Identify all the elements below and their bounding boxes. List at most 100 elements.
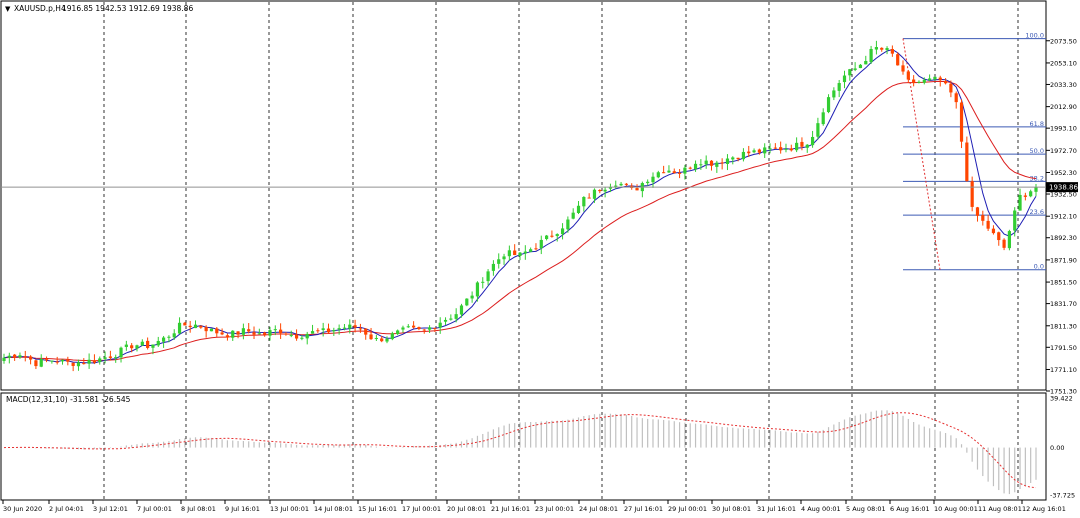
candle-body	[44, 359, 49, 361]
candle-body	[991, 228, 996, 234]
price-tick-label: 1993.10	[1050, 125, 1077, 133]
candle-body	[816, 123, 820, 137]
candle-body	[310, 331, 315, 334]
candle-body	[677, 172, 682, 174]
candle-body	[715, 162, 719, 167]
candle-body	[603, 189, 607, 192]
time-tick-label: 30 Jun 2020	[3, 505, 42, 513]
candle-body	[890, 49, 894, 54]
candle-body	[390, 333, 394, 340]
time-tick-label: 15 Jul 16:01	[358, 505, 397, 513]
candle-body	[39, 359, 43, 367]
candle-body	[635, 188, 639, 191]
candle-body	[326, 328, 331, 333]
price-tick-label: 1831.70	[1050, 300, 1077, 308]
candle-body	[257, 333, 261, 335]
candle-body	[199, 325, 203, 328]
candle-body	[1002, 239, 1006, 248]
candle-body	[874, 47, 879, 50]
trading-chart[interactable]: 100.061.850.038.223.60.0 2073.502053.102…	[0, 0, 1080, 518]
candle-body	[321, 328, 325, 331]
candle-body	[87, 359, 91, 364]
candle-body	[880, 47, 884, 50]
candle-body	[912, 79, 916, 83]
candle-body	[986, 220, 990, 229]
candle-body	[374, 337, 378, 339]
candle-body	[156, 340, 160, 346]
candle-body	[582, 197, 586, 207]
candle-body	[66, 359, 70, 362]
candle-body	[1023, 195, 1027, 197]
candle-body	[672, 171, 676, 174]
time-tick-label: 12 Aug 16:01	[1022, 505, 1066, 513]
candle-body	[263, 332, 267, 335]
candle-body	[667, 170, 671, 173]
candle-body	[858, 64, 863, 69]
macd-title: MACD(12,31,10) -31.581 -26.545	[6, 395, 131, 404]
candle-body	[108, 356, 112, 358]
candle-body	[236, 331, 240, 335]
candle-body	[757, 149, 761, 153]
candle-body	[832, 90, 836, 98]
candle-body	[709, 160, 714, 166]
time-tick-label: 17 Jul 00:01	[402, 505, 441, 513]
price-tick-label: 1771.10	[1050, 366, 1077, 374]
candle-body	[837, 83, 841, 91]
candle-body	[853, 68, 857, 70]
candle-body	[646, 181, 650, 184]
candle-body	[805, 144, 809, 148]
fib-level-label: 50.0	[1030, 147, 1044, 155]
candle-body	[747, 151, 751, 154]
candle-body	[922, 79, 926, 83]
candle-body	[869, 48, 873, 63]
candle-body	[826, 97, 831, 113]
candle-body	[2, 357, 6, 361]
candle-body	[523, 251, 527, 254]
candle-body	[98, 358, 102, 363]
candle-body	[544, 235, 549, 240]
candle-body	[693, 163, 698, 170]
price-axis[interactable]: 2073.50 2053.10 2033.30 2012.90 1993.10 1972.…	[1046, 37, 1077, 396]
candle-body	[848, 69, 852, 76]
time-axis[interactable]: 30 Jun 2020 2 Jul 04:01 3 Jul 12:01 7 Jul 0…	[2, 500, 1066, 513]
candle-body	[412, 325, 416, 328]
price-tick-label: 2012.90	[1050, 103, 1077, 111]
candle-body	[779, 147, 783, 151]
candle-body	[529, 249, 533, 252]
candle-body	[215, 328, 219, 334]
candle-body	[406, 326, 410, 328]
macd-tick-label: 0.00	[1050, 444, 1064, 452]
time-tick-label: 7 Jul 00:01	[137, 505, 172, 513]
time-tick-label: 10 Aug 00:01	[934, 505, 978, 513]
candle-body	[401, 327, 405, 330]
candle-body	[662, 172, 666, 174]
candle-body	[752, 150, 756, 153]
candle-body	[928, 78, 932, 81]
candle-body	[842, 75, 847, 83]
candle-body	[422, 329, 426, 331]
candle-body	[1018, 194, 1022, 211]
candle-body	[50, 360, 54, 362]
candle-body	[465, 298, 469, 306]
time-tick-label: 29 Jul 00:01	[668, 505, 707, 513]
candle-body	[507, 250, 511, 257]
candle-body	[683, 167, 687, 174]
candle-body	[7, 355, 11, 358]
time-tick-label: 5 Aug 08:01	[846, 505, 886, 513]
candle-body	[810, 136, 815, 146]
candle-body	[454, 314, 458, 319]
time-tick-label: 9 Jul 16:01	[225, 505, 260, 513]
candle-body	[486, 271, 490, 282]
candle-body	[294, 334, 299, 339]
candle-body	[151, 344, 155, 348]
candle-body	[773, 147, 777, 149]
chart-dropdown-icon[interactable]: ▼	[5, 5, 11, 13]
candle-body	[965, 142, 969, 182]
candle-body	[305, 333, 309, 339]
time-tick-label: 21 Jul 16:01	[491, 505, 530, 513]
candle-body	[28, 356, 33, 360]
fib-level-label: 100.0	[1025, 32, 1044, 40]
time-tick-label: 14 Jul 08:01	[314, 505, 353, 513]
candle-body	[997, 232, 1001, 241]
candle-body	[656, 172, 660, 178]
